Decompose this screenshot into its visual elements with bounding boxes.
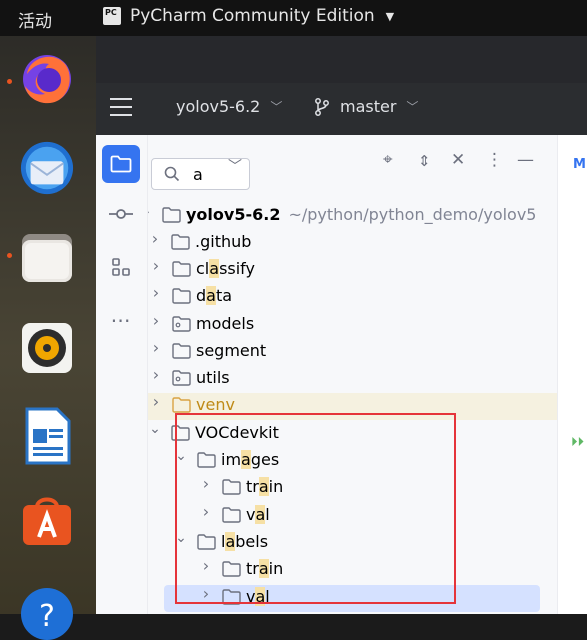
running-indicator (7, 79, 12, 84)
firefox-icon[interactable] (19, 50, 75, 106)
software-center-icon[interactable] (19, 493, 75, 549)
search-match: a (209, 259, 220, 278)
window-titlebar (96, 36, 587, 83)
folder-icon (172, 370, 191, 386)
main-menu-icon[interactable] (110, 98, 132, 116)
app-menu[interactable]: PC PyCharm Community Edition ▼ (103, 6, 394, 26)
chevron-right-icon[interactable]: › (150, 340, 162, 356)
thunderbird-icon[interactable] (19, 140, 75, 196)
svg-text:?: ? (39, 599, 55, 634)
annotation-rectangle (175, 413, 456, 604)
chevron-right-icon[interactable]: › (149, 231, 161, 247)
tree-item-label: data (196, 286, 232, 305)
pycharm-app-icon: PC (103, 7, 121, 25)
chevron-right-icon[interactable]: › (150, 313, 162, 329)
folder-icon (172, 261, 191, 277)
folder-icon (162, 207, 181, 223)
tree-row[interactable]: › .github (148, 230, 557, 257)
commit-tool-button[interactable] (102, 195, 140, 233)
commit-icon (109, 209, 133, 219)
tree-row[interactable]: › models (148, 312, 557, 339)
app-menu-label: PyCharm Community Edition (130, 6, 375, 26)
chevron-right-icon[interactable]: › (150, 285, 162, 301)
caret-down-icon: ▼ (385, 9, 395, 23)
options-menu-icon[interactable]: ⋮ (486, 150, 503, 170)
search-value: a (193, 164, 203, 184)
tree-item-label: models (196, 314, 254, 333)
editor-tab[interactable]: M (573, 157, 586, 172)
search-match: a (206, 286, 216, 305)
folder-icon (172, 397, 191, 413)
chevron-down-icon[interactable]: ⌄ (148, 204, 152, 218)
project-tool-button[interactable] (102, 145, 140, 183)
vcs-branch-widget[interactable]: master ﹀ (314, 97, 418, 116)
folder-icon (172, 288, 191, 304)
activities-button[interactable]: 活动 (18, 7, 52, 32)
structure-tool-button[interactable] (102, 248, 140, 286)
root-name: yolov5-6.2 (186, 205, 281, 224)
tree-root-row[interactable]: ⌄ yolov5-6.2 ~/python/python_demo/yolov5 (148, 203, 557, 230)
chevron-right-icon[interactable]: › (150, 394, 162, 410)
expand-all-icon[interactable]: ⇕ (418, 152, 431, 170)
branch-name: master (340, 97, 397, 116)
files-icon[interactable] (19, 230, 75, 286)
main-toolbar: yolov5-6.2 ﹀ master ﹀ (96, 83, 587, 135)
chevron-right-icon[interactable]: › (150, 367, 162, 383)
project-widget[interactable]: yolov5-6.2 ﹀ (176, 97, 282, 116)
chevron-down-icon[interactable]: ⌄ (149, 422, 161, 436)
folder-icon (110, 155, 132, 173)
label-text: segment (196, 341, 267, 360)
collapse-all-icon[interactable]: ✕ (451, 150, 465, 170)
search-icon (164, 166, 180, 182)
label-text: cl (196, 259, 210, 278)
tree-row[interactable]: › classify (148, 257, 557, 284)
chevron-down-icon: ﹀ (406, 100, 419, 114)
label-text: ta (215, 286, 233, 305)
git-branch-icon (315, 97, 329, 116)
root-path: ~/python/python_demo/yolov5 (288, 205, 537, 224)
hide-panel-icon[interactable]: — (517, 150, 534, 170)
structure-icon (112, 258, 130, 276)
tree-item-label: utils (196, 368, 230, 387)
tree-item-label: .github (195, 232, 251, 251)
project-name: yolov5-6.2 (176, 97, 261, 116)
tree-item-label: yolov5-6.2 ~/python/python_demo/yolov5 (186, 205, 536, 224)
folder-icon (172, 316, 191, 332)
label-text: models (196, 314, 255, 333)
label-text: .github (195, 232, 252, 251)
search-history-chevron-icon[interactable]: ﹀ (228, 156, 242, 176)
tree-row[interactable]: › utils (148, 366, 557, 393)
editor-area: M ⏵⏵ (557, 135, 587, 614)
tree-row[interactable]: › segment (148, 339, 557, 366)
folder-icon (172, 343, 191, 359)
folder-icon (171, 234, 190, 250)
help-icon[interactable]: ? (19, 584, 75, 640)
rhythmbox-icon[interactable] (19, 320, 75, 376)
running-indicator (7, 253, 12, 258)
run-gutter-icon[interactable]: ⏵⏵ (571, 435, 584, 450)
tree-row[interactable]: › data (148, 284, 557, 311)
ubuntu-dock: ? (0, 36, 96, 640)
gnome-top-bar: 活动 PC PyCharm Community Edition ▼ (0, 0, 587, 36)
chevron-down-icon: ﹀ (270, 100, 283, 114)
tree-item-label: classify (196, 259, 255, 278)
label-text: venv (196, 395, 235, 414)
chevron-right-icon[interactable]: › (150, 258, 162, 274)
label-text: d (196, 286, 207, 305)
label-text: utils (196, 368, 230, 387)
locate-file-icon[interactable]: ⌖ (383, 150, 393, 170)
libreoffice-writer-icon[interactable] (19, 407, 75, 465)
tool-window-stripe: ⋯ (96, 135, 148, 614)
tree-item-label: segment (196, 341, 266, 360)
tree-item-label: venv (196, 395, 235, 414)
more-tools-icon[interactable]: ⋯ (102, 301, 140, 339)
label-text: ssify (219, 259, 255, 278)
